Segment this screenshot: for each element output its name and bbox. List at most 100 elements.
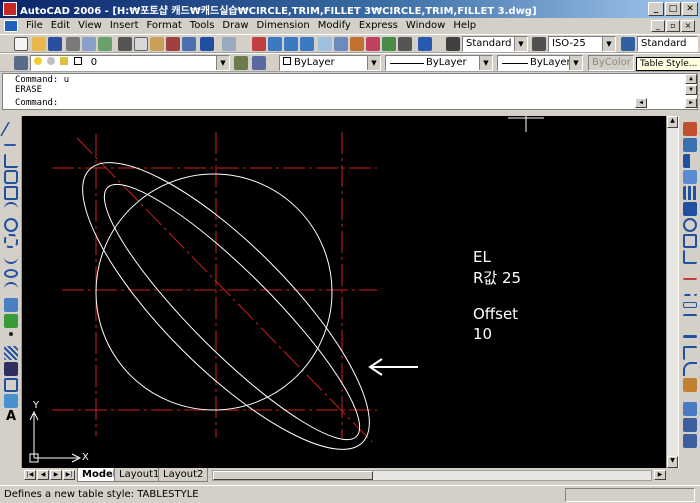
horizontal-scrollbar[interactable] <box>212 470 652 481</box>
autocad-app-icon[interactable] <box>3 2 17 16</box>
menu-tools[interactable]: Tools <box>186 19 219 33</box>
redo-icon[interactable] <box>222 37 236 51</box>
trim-icon[interactable] <box>683 266 697 280</box>
tool-palettes-icon[interactable] <box>350 37 364 51</box>
plot-preview-icon[interactable] <box>82 37 96 51</box>
make-block-icon[interactable] <box>4 314 18 328</box>
line-icon[interactable] <box>0 122 12 136</box>
ellipse-icon[interactable] <box>4 269 18 278</box>
scroll-left-icon[interactable]: ◀ <box>635 98 647 108</box>
multiline-text-icon[interactable]: A <box>4 410 18 424</box>
tab-layout2[interactable]: Layout2 <box>158 468 209 482</box>
help-icon[interactable] <box>418 37 432 51</box>
gradient-icon[interactable] <box>4 362 18 376</box>
move-icon[interactable] <box>683 202 697 216</box>
array-icon[interactable] <box>683 186 697 200</box>
copy-object-icon[interactable] <box>683 138 697 152</box>
scroll-right-icon[interactable]: ▶ <box>685 98 697 108</box>
arc-icon[interactable] <box>4 202 18 216</box>
publish-icon[interactable] <box>98 37 112 51</box>
construction-line-icon[interactable] <box>4 144 16 146</box>
save-icon[interactable] <box>48 37 62 51</box>
zoom-realtime-icon[interactable] <box>268 37 282 51</box>
document-icon[interactable] <box>4 20 18 32</box>
last-tab-icon[interactable]: ▶| <box>63 470 75 480</box>
block-editor-icon[interactable] <box>182 37 196 51</box>
join-icon[interactable] <box>683 335 697 338</box>
cut-icon[interactable] <box>118 37 132 51</box>
menu-dimension[interactable]: Dimension <box>253 19 314 33</box>
scroll-down-icon[interactable]: ▼ <box>685 85 697 95</box>
menu-file[interactable]: File <box>22 19 47 33</box>
chamfer-icon[interactable] <box>683 346 697 360</box>
scroll-right-icon[interactable]: ▶ <box>654 470 666 480</box>
table-icon[interactable] <box>4 394 18 408</box>
break-icon[interactable] <box>683 314 697 328</box>
polygon-icon[interactable] <box>4 170 18 184</box>
plot-icon[interactable] <box>66 37 80 51</box>
text-style-icon[interactable] <box>446 37 460 51</box>
drawing-canvas[interactable]: Y X EL R값 25 Offset 10 <box>22 116 666 468</box>
open-icon[interactable] <box>32 37 46 51</box>
scroll-up-icon[interactable]: ▲ <box>667 116 678 128</box>
maximize-button[interactable]: □ <box>665 2 681 16</box>
menu-insert[interactable]: Insert <box>106 19 143 33</box>
fillet-icon[interactable] <box>683 362 697 376</box>
erase-icon[interactable] <box>683 122 697 136</box>
table-style-select[interactable]: Standard <box>637 36 698 52</box>
extend-icon[interactable] <box>683 282 697 296</box>
rectangle-icon[interactable] <box>4 186 18 200</box>
bring-to-front-icon[interactable] <box>683 418 697 432</box>
doc-close-button[interactable]: × <box>681 20 695 32</box>
polyline-icon[interactable] <box>4 154 18 168</box>
next-tab-icon[interactable]: ▶ <box>50 470 62 480</box>
lineweight-select[interactable]: ByLayer ▼ <box>497 55 583 71</box>
scroll-up-icon[interactable]: ▲ <box>685 74 697 84</box>
layer-previous-icon[interactable] <box>252 56 266 70</box>
menu-format[interactable]: Format <box>143 19 186 33</box>
menu-edit[interactable]: Edit <box>47 19 74 33</box>
copy-icon[interactable] <box>134 37 148 51</box>
close-button[interactable]: ✕ <box>682 2 698 16</box>
explode-icon[interactable] <box>683 378 697 392</box>
insert-block-icon[interactable] <box>4 298 18 312</box>
rotate-icon[interactable] <box>683 218 697 232</box>
match-properties-icon[interactable] <box>166 37 180 51</box>
linetype-select[interactable]: ByLayer ▼ <box>385 55 493 71</box>
menu-draw[interactable]: Draw <box>218 19 252 33</box>
layer-manager-icon[interactable] <box>14 56 28 70</box>
markup-icon[interactable] <box>382 37 396 51</box>
horizontal-scroll-thumb[interactable] <box>213 471 373 480</box>
tab-layout1[interactable]: Layout1 <box>114 468 165 482</box>
menu-express[interactable]: Express <box>355 19 402 33</box>
design-center-icon[interactable] <box>334 37 348 51</box>
send-to-back-icon[interactable] <box>683 434 697 448</box>
first-tab-icon[interactable]: |◀ <box>24 470 36 480</box>
doc-restore-button[interactable]: ▫ <box>666 20 680 32</box>
layer-select[interactable]: 0 ▼ <box>30 55 230 71</box>
stretch-icon[interactable] <box>683 250 697 264</box>
vertical-scrollbar[interactable]: ▲ ▼ <box>666 116 678 468</box>
mirror-icon[interactable] <box>683 154 697 168</box>
menu-modify[interactable]: Modify <box>314 19 355 33</box>
make-current-layer-icon[interactable] <box>234 56 248 70</box>
command-input[interactable]: Command: <box>15 98 615 108</box>
minimize-button[interactable]: _ <box>648 2 664 16</box>
menu-view[interactable]: View <box>74 19 106 33</box>
calculator-icon[interactable] <box>398 37 412 51</box>
table-style-icon[interactable] <box>621 37 635 51</box>
spline-icon[interactable] <box>4 250 18 264</box>
revision-cloud-icon[interactable] <box>4 234 18 248</box>
offset-icon[interactable] <box>683 170 697 184</box>
text-style-select[interactable]: Standard ▼ <box>462 36 528 52</box>
properties-icon[interactable] <box>318 37 332 51</box>
paste-icon[interactable] <box>150 37 164 51</box>
menu-help[interactable]: Help <box>449 19 480 33</box>
scale-icon[interactable] <box>683 234 697 248</box>
ellipse-arc-icon[interactable] <box>4 282 18 296</box>
menu-window[interactable]: Window <box>402 19 449 33</box>
scroll-down-icon[interactable]: ▼ <box>667 456 678 468</box>
point-icon[interactable] <box>9 332 13 336</box>
break-at-point-icon[interactable] <box>683 302 697 308</box>
zoom-previous-icon[interactable] <box>300 37 314 51</box>
